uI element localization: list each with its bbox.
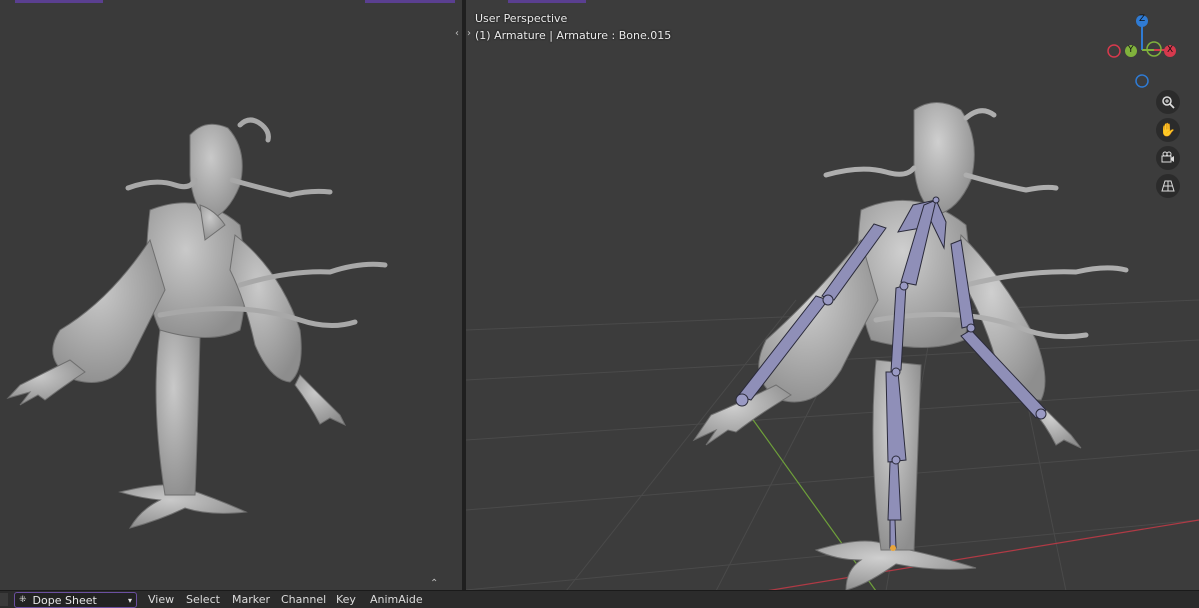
dope-sheet-header: ⁜ Dope Sheet ▾ View Select Marker Channe… xyxy=(0,590,1199,608)
left-viewport[interactable]: ‹ ⌃ xyxy=(0,0,462,591)
menu-view[interactable]: View xyxy=(148,593,174,606)
chevron-down-icon: ▾ xyxy=(127,595,132,605)
editor-type-label: Dope Sheet xyxy=(32,593,97,607)
hand-pan-icon[interactable]: ✋ xyxy=(1156,118,1180,142)
collapse-left-arrow-icon[interactable]: ‹ xyxy=(455,28,459,39)
gizmo-z-label: Z xyxy=(1139,14,1146,24)
gizmo-x-label: X xyxy=(1167,45,1174,55)
editor-type-select[interactable]: ⁜ Dope Sheet ▾ xyxy=(14,592,137,608)
grid-ortho-icon[interactable] xyxy=(1156,174,1180,198)
view-name-label: User Perspective xyxy=(475,12,568,25)
menu-channel[interactable]: Channel xyxy=(281,593,326,606)
right-viewport[interactable]: › User Perspective (1) Armature | Armatu… xyxy=(466,0,1199,591)
camera-view-icon[interactable] xyxy=(1156,146,1180,170)
object-info-label: (1) Armature | Armature : Bone.015 xyxy=(475,29,672,42)
dope-sheet-icon: ⁜ xyxy=(19,595,27,605)
menu-key[interactable]: Key xyxy=(336,593,356,606)
menu-animaide[interactable]: AnimAide xyxy=(370,593,423,606)
editor-edge-tab[interactable] xyxy=(0,593,8,606)
menu-select[interactable]: Select xyxy=(186,593,220,606)
gizmo-y-label: Y xyxy=(1128,45,1134,55)
scene-3d-render xyxy=(466,102,1199,591)
zoom-icon[interactable] xyxy=(1156,90,1180,114)
expand-region-icon[interactable]: ⌃ xyxy=(430,578,438,589)
active-bone-tail xyxy=(890,545,896,551)
character-model-render xyxy=(6,117,388,529)
menu-marker[interactable]: Marker xyxy=(232,593,270,606)
